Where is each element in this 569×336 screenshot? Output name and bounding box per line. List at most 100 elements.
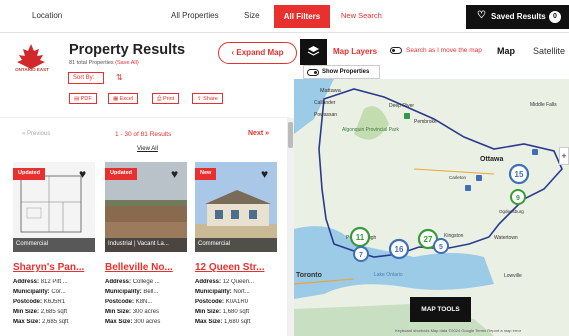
tab-map[interactable]: Map [497, 46, 515, 56]
next-label: Next [248, 130, 264, 137]
property-card[interactable]: Updated ♥ Industrial | Vacant La... Bell… [105, 162, 187, 336]
municipality-value: Cor... [51, 289, 66, 295]
map-label-carleton: Carleton [449, 175, 467, 180]
address-row: Address: 12 Queen... [195, 279, 277, 285]
postcode-label: Postcode: [13, 299, 43, 305]
print-button[interactable]: ⎙ Print [152, 93, 180, 104]
map-label-powassan: Powassan [314, 112, 337, 118]
property-card[interactable]: Updated ♥ Commercial Sharyn's Pan... Add… [13, 162, 95, 336]
expand-map-button[interactable]: ‹ Expand Map [218, 42, 297, 64]
property-image[interactable]: Updated ♥ Commercial [13, 162, 95, 252]
max-size-value: 2,685 sqft [42, 319, 69, 325]
min-size-value: 2,685 sqft [40, 309, 68, 315]
results-range: 1 - 30 of 81 Results [115, 131, 172, 138]
property-name-link[interactable]: Belleville No... [105, 262, 187, 273]
new-search-link[interactable]: New Search [341, 11, 382, 20]
postcode-label: Postcode: [195, 299, 225, 305]
property-name-link[interactable]: Sharyn's Pan... [13, 262, 95, 273]
property-type-label: Industrial | Vacant La... [105, 238, 187, 252]
cluster-count: 9 [516, 195, 520, 202]
pdf-button[interactable]: ▤ PDF [69, 93, 97, 104]
municipality-label: Municipality: [195, 289, 232, 295]
cluster-count: 7 [359, 252, 363, 259]
heart-icon[interactable]: ♥ [79, 167, 86, 181]
tab-satellite[interactable]: Satellite [533, 46, 565, 56]
address-label: Address: [105, 279, 132, 285]
max-size-value: 1,680 sqft [224, 319, 251, 325]
min-size-label: Min Size: [195, 309, 222, 315]
save-all-link[interactable]: (Save All) [115, 60, 139, 66]
map-layers-label[interactable]: Map Layers [333, 47, 377, 56]
results-subtitle: 81 total Properties (Save All) [69, 60, 139, 66]
scrollbar-thumb[interactable] [288, 122, 293, 148]
max-size-row: Max Size: 1,680 sqft [195, 319, 277, 325]
property-type-label: Commercial [13, 238, 95, 252]
search-move-toggle[interactable] [390, 47, 402, 54]
page-title: Property Results [69, 42, 186, 58]
postcode-value: K0A1R0 [225, 299, 249, 305]
min-size-row: Min Size: 300 acres [105, 309, 187, 315]
sort-order-icon[interactable]: ⇅ [116, 73, 123, 82]
all-properties-dropdown[interactable]: All Properties [171, 11, 219, 20]
min-size-row: Min Size: 1,680 sqft [195, 309, 277, 315]
saved-results-label: Saved Results [491, 12, 546, 21]
location-input[interactable]: Location [32, 11, 62, 20]
map-label-lake-ontario: Lake Ontario [374, 272, 403, 278]
app-root: Location All Properties Size All Filters… [0, 0, 569, 336]
expand-map-label: Expand Map [236, 48, 284, 57]
property-image[interactable]: New ♥ Commercial [195, 162, 277, 252]
toggle-switch[interactable] [307, 69, 319, 76]
map-pin-icon[interactable] [532, 149, 538, 155]
min-size-value: 1,680 sqft [222, 309, 250, 315]
logo-text: ONTARIO EAST [15, 67, 49, 72]
excel-button[interactable]: ▦ Excel [108, 93, 139, 104]
saved-results-button[interactable]: ♡ Saved Results 0 [466, 5, 569, 29]
property-image[interactable]: Updated ♥ Industrial | Vacant La... [105, 162, 187, 252]
postcode-row: Postcode: K6J5R1 [13, 299, 95, 305]
heart-icon[interactable]: ♥ [261, 167, 268, 181]
map-tools-button[interactable]: MAP TOOLS [410, 297, 471, 322]
sort-by-select[interactable]: Sort By: [68, 72, 104, 84]
view-all-link[interactable]: View All [137, 146, 158, 152]
property-name-link[interactable]: 12 Queen Str... [195, 262, 277, 273]
size-dropdown[interactable]: Size [244, 11, 260, 20]
address-label: Address: [195, 279, 222, 285]
max-size-value: 300 acres [134, 319, 161, 325]
cluster-count: 5 [439, 244, 443, 251]
map-pin-icon[interactable] [476, 175, 482, 181]
property-type-label: Commercial [195, 238, 277, 252]
map-pin-icon[interactable] [404, 113, 410, 119]
map-layers-button[interactable] [300, 39, 327, 65]
previous-link[interactable]: « Previous [22, 131, 50, 137]
max-size-row: Max Size: 300 acres [105, 319, 187, 325]
cluster-count: 11 [356, 233, 365, 242]
saved-count-badge: 0 [549, 11, 561, 23]
search-as-move-label[interactable]: Search as I move the map [406, 47, 482, 54]
zoom-in-button[interactable]: + [559, 147, 569, 165]
next-link[interactable]: Next » [248, 130, 269, 137]
toggle-knob [314, 71, 317, 74]
map-label-kingston: Kingston [444, 233, 464, 239]
share-button[interactable]: ⇪ Share [192, 93, 223, 104]
map-label-mattawa: Mattawa [320, 88, 342, 94]
min-size-row: Min Size: 2,685 sqft [13, 309, 95, 315]
status-badge: New [195, 168, 217, 180]
min-size-label: Min Size: [105, 309, 132, 315]
map-label-lowville: Lowville [504, 273, 522, 279]
status-badge: Updated [105, 168, 137, 180]
postcode-value: K6J5R1 [43, 299, 66, 305]
municipality-row: Municipality: Nort... [195, 289, 277, 295]
show-properties-toggle[interactable]: Show Properties [303, 65, 380, 79]
map-label-algonquin: Algonquin Provincial Park [342, 127, 399, 133]
all-filters-button[interactable]: All Filters [274, 5, 330, 28]
excel-label: Excel [119, 96, 134, 102]
heart-icon[interactable]: ♥ [171, 167, 178, 181]
max-size-label: Max Size: [13, 319, 41, 325]
map-pin-icon[interactable] [465, 185, 471, 191]
map-label-pembroke: Pembroke [414, 119, 437, 125]
address-value: 812 Pitt ... [40, 279, 68, 285]
property-card[interactable]: New ♥ Commercial 12 Queen Str... Address… [195, 162, 277, 336]
chevron-left-icon: ‹ [231, 48, 235, 57]
print-label: Print [162, 96, 175, 102]
results-scrollbar[interactable] [287, 118, 294, 336]
